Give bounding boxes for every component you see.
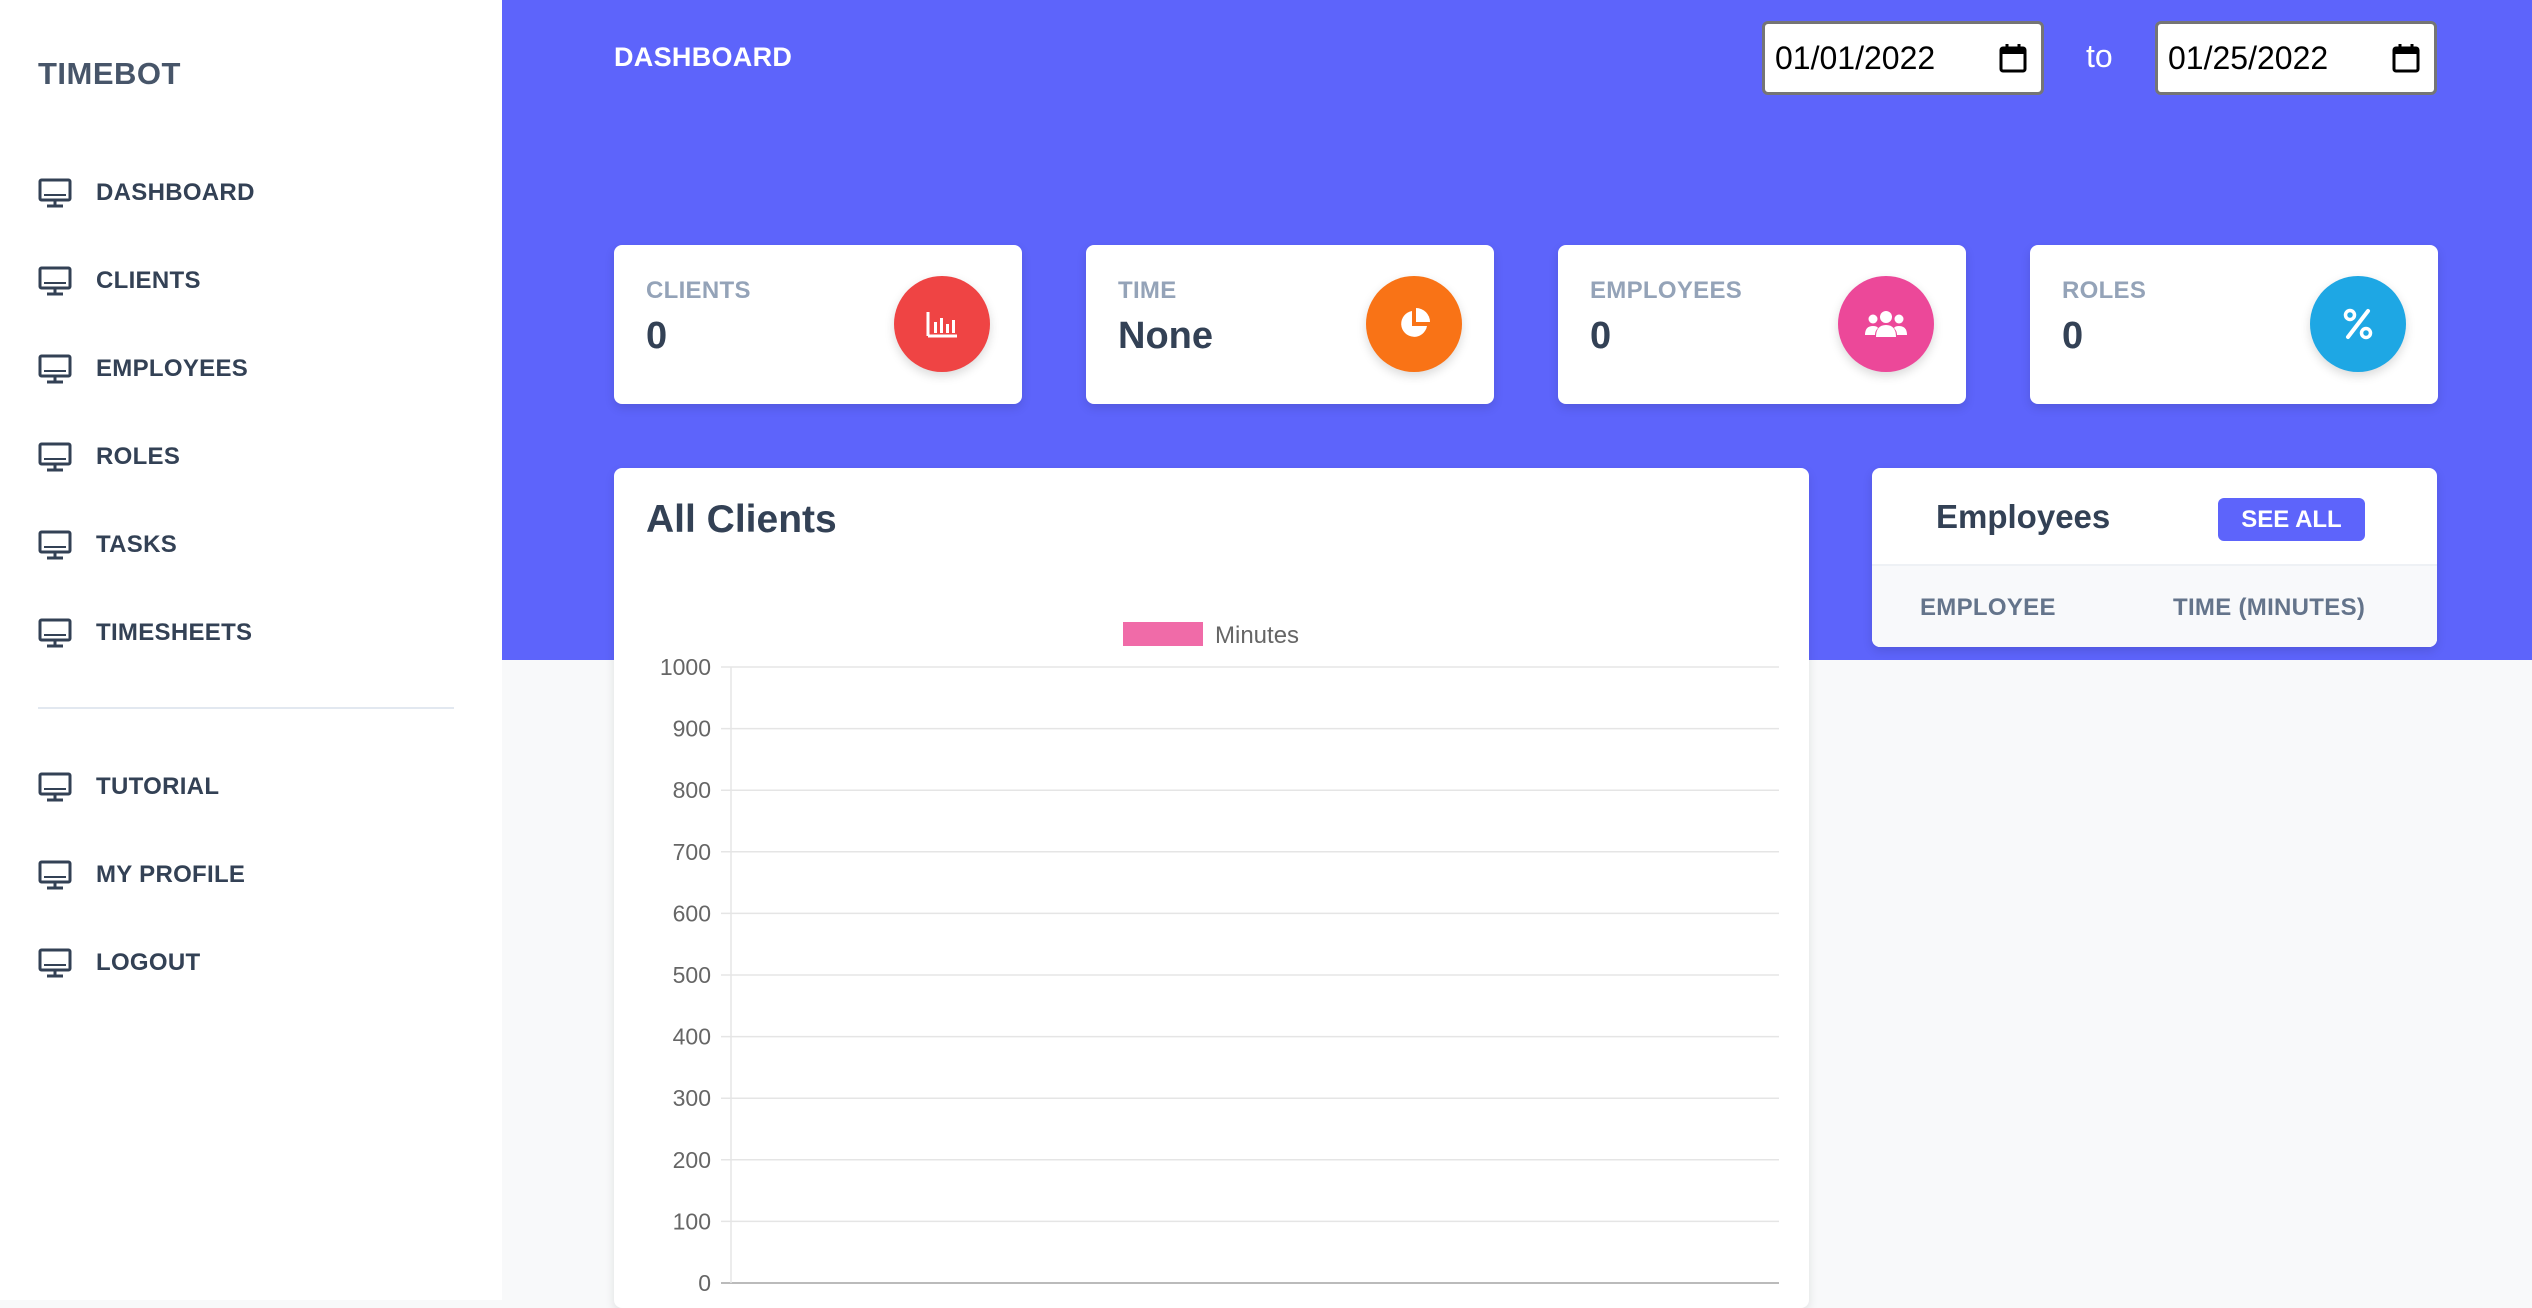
monitor-icon	[38, 353, 74, 385]
employees-table-header: EMPLOYEE TIME (MINUTES)	[1872, 564, 2437, 647]
sidebar-item-label: DASHBOARD	[96, 179, 255, 206]
monitor-icon	[38, 617, 74, 649]
page-title[interactable]: DASHBOARD	[614, 42, 792, 73]
y-tick-label: 500	[673, 962, 711, 988]
sidebar-item-label: MY PROFILE	[96, 861, 246, 888]
monitor-icon	[38, 771, 74, 803]
date-from-value: 01/01/2022	[1775, 39, 1936, 76]
y-tick-label: 1000	[660, 654, 711, 680]
legend-swatch	[1123, 622, 1203, 646]
date-from-input[interactable]: 01/01/2022	[1762, 21, 2044, 95]
y-tick-label: 800	[673, 777, 711, 803]
employees-card: Employees SEE ALL EMPLOYEE TIME (MINUTES…	[1872, 468, 2437, 647]
date-to-value: 01/25/2022	[2168, 39, 2329, 76]
column-header-employee[interactable]: EMPLOYEE	[1920, 594, 2056, 622]
sidebar-item-label: CLIENTS	[96, 267, 201, 294]
stat-card-roles: ROLES 0	[2030, 245, 2438, 404]
all-clients-card: All Clients Minutes 0 100 200 300 400 500 600 70…	[614, 468, 1809, 1308]
sidebar-item-dashboard[interactable]: DASHBOARD	[38, 149, 478, 237]
date-range-separator: to	[2086, 38, 2113, 74]
stat-label: CLIENTS	[646, 277, 751, 304]
sidebar-item-label: TUTORIAL	[96, 773, 220, 800]
column-header-time[interactable]: TIME (MINUTES)	[2173, 594, 2365, 622]
y-tick-label: 700	[673, 839, 711, 865]
calendar-icon[interactable]	[2392, 43, 2420, 73]
users-icon	[1838, 276, 1934, 372]
sidebar-item-label: LOGOUT	[96, 949, 201, 976]
see-all-button[interactable]: SEE ALL	[2218, 498, 2365, 541]
monitor-icon	[38, 529, 74, 561]
y-tick-label: 200	[673, 1147, 711, 1173]
monitor-icon	[38, 947, 74, 979]
percent-icon	[2310, 276, 2406, 372]
y-tick-label: 600	[673, 900, 711, 926]
stat-label: TIME	[1118, 277, 1177, 304]
sidebar: TIMEBOT DASHBOARD CLIENTS EMPLOYEES ROLE…	[0, 0, 502, 1300]
stat-card-clients: CLIENTS 0	[614, 245, 1022, 404]
sidebar-item-clients[interactable]: CLIENTS	[38, 237, 478, 325]
y-tick-label: 100	[673, 1208, 711, 1234]
stat-label: ROLES	[2062, 277, 2147, 304]
sidebar-item-tutorial[interactable]: TUTORIAL	[38, 743, 478, 831]
stat-label: EMPLOYEES	[1590, 277, 1743, 304]
stat-card-employees: EMPLOYEES 0	[1558, 245, 1966, 404]
monitor-icon	[38, 177, 74, 209]
sidebar-item-logout[interactable]: LOGOUT	[38, 919, 478, 1007]
stat-card-time: TIME None	[1086, 245, 1494, 404]
sidebar-item-label: EMPLOYEES	[96, 355, 249, 382]
sidebar-item-timesheets[interactable]: TIMESHEETS	[38, 589, 478, 677]
bar-chart-icon	[894, 276, 990, 372]
sidebar-item-roles[interactable]: ROLES	[38, 413, 478, 501]
clients-chart: Minutes 0 100 200 300 400 500 600 700 800 900 1000	[660, 622, 1779, 1296]
monitor-icon	[38, 859, 74, 891]
brand-logo[interactable]: TIMEBOT	[38, 56, 181, 92]
monitor-icon	[38, 441, 74, 473]
stat-value: 0	[2062, 315, 2084, 357]
sidebar-item-label: ROLES	[96, 443, 181, 470]
y-tick-label: 400	[673, 1024, 711, 1050]
pie-chart-icon	[1366, 276, 1462, 372]
monitor-icon	[38, 265, 74, 297]
sidebar-item-tasks[interactable]: TASKS	[38, 501, 478, 589]
legend-label: Minutes	[1215, 622, 1299, 649]
y-tick-label: 300	[673, 1085, 711, 1111]
sidebar-item-my-profile[interactable]: MY PROFILE	[38, 831, 478, 919]
date-to-input[interactable]: 01/25/2022	[2155, 21, 2437, 95]
stat-value: None	[1118, 315, 1213, 357]
stat-value: 0	[646, 315, 668, 357]
y-tick-label: 0	[698, 1270, 711, 1296]
nav-divider	[38, 707, 454, 709]
sidebar-item-label: TIMESHEETS	[96, 619, 253, 646]
sidebar-item-label: TASKS	[96, 531, 178, 558]
secondary-nav: TUTORIAL MY PROFILE LOGOUT	[38, 743, 478, 1007]
stat-value: 0	[1590, 315, 1612, 357]
sidebar-item-employees[interactable]: EMPLOYEES	[38, 325, 478, 413]
employees-title: Employees	[1936, 498, 2111, 535]
y-tick-label: 900	[673, 716, 711, 742]
calendar-icon[interactable]	[1999, 43, 2027, 73]
main-nav: DASHBOARD CLIENTS EMPLOYEES ROLES TASKS …	[38, 149, 478, 677]
